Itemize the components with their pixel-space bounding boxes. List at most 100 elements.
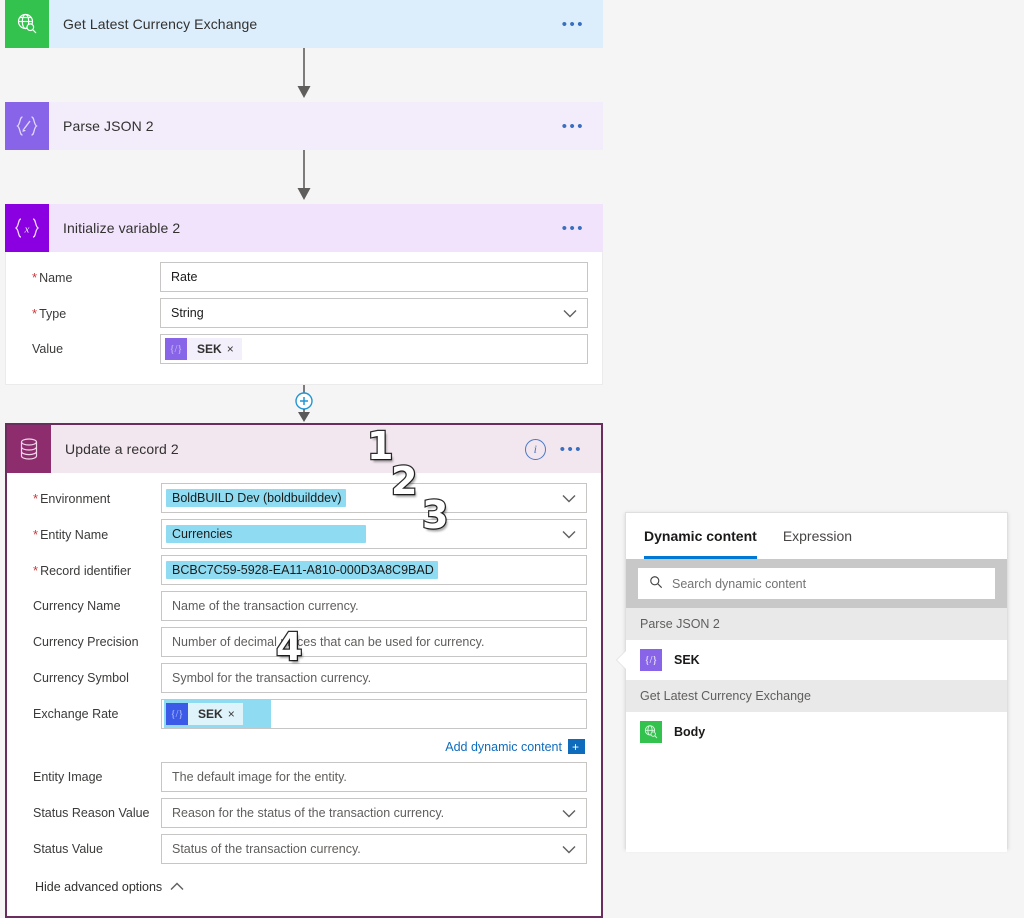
entity-image-input[interactable]: The default image for the entity. [161,762,587,792]
dynamic-token-sek[interactable]: {/} SEK × [165,338,242,360]
field-label: Exchange Rate [33,707,119,721]
form-row-currency-symbol: Currency Symbol Symbol for the transacti… [21,663,587,693]
form-row-type: * Type String [20,298,588,328]
name-input[interactable]: Rate [160,262,588,292]
field-label: * Type [32,305,67,321]
environment-select[interactable]: BoldBUILD Dev (boldbuilddev) [161,483,587,513]
card-header-actions: ••• [562,221,603,236]
card-header[interactable]: x Initialize variable 2 ••• [5,204,603,252]
form-row-currency-name: Currency Name Name of the transaction cu… [21,591,587,621]
flow-card-initialize-variable-2[interactable]: x Initialize variable 2 ••• * Name Rate *… [5,204,603,385]
connector-arrow [5,48,603,102]
name-input-value: Rate [171,270,198,284]
card-menu-button[interactable]: ••• [562,119,585,134]
type-select[interactable]: String [160,298,588,328]
dynamic-item-label: Body [674,725,706,739]
card-title: Update a record 2 [65,441,179,457]
expression-token-icon: {/} [165,338,187,360]
form-row-name: * Name Rate [20,262,588,292]
currency-precision-input[interactable]: Number of decimal places that can be use… [161,627,587,657]
form-row-environment: * Environment BoldBUILD Dev (boldbuilddev… [21,483,587,513]
currency-precision-placeholder: Number of decimal places that can be use… [172,635,485,649]
card-title: Get Latest Currency Exchange [63,16,258,32]
form-row-exchange-rate: Exchange Rate {/} SEK × [21,699,587,729]
required-asterisk: * [33,490,39,506]
field-label: Currency Symbol [33,671,129,685]
hide-advanced-options-button[interactable]: Hide advanced options [21,870,587,902]
required-asterisk: * [33,526,39,542]
form-row-record-identifier: * Record identifier BCBC7C59-5928-EA11-A8… [21,555,587,585]
card-header[interactable]: Get Latest Currency Exchange ••• [5,0,603,48]
token-label: SEK [197,342,222,356]
form-row-entity-name: * Entity Name Currencies [21,519,587,549]
value-input[interactable]: {/} SEK × [160,334,588,364]
status-reason-value-select[interactable]: Reason for the status of the transaction… [161,798,587,828]
entity-name-select[interactable]: Currencies [161,519,587,549]
search-dynamic-content-input[interactable]: Search dynamic content [638,568,995,599]
flow-card-update-a-record-2[interactable]: Update a record 2 i ••• [5,423,603,473]
field-label: * Environment [33,490,111,506]
exchange-rate-input[interactable]: {/} SEK × [161,699,587,729]
flow-card-parse-json-2[interactable]: Parse JSON 2 ••• [5,102,603,150]
field-label: Value [32,342,64,356]
dynamic-panel-empty-area [626,752,1007,852]
status-reason-value-placeholder: Reason for the status of the transaction… [172,806,445,820]
annotation-1: 1 [366,424,395,468]
info-icon[interactable]: i [524,438,546,460]
status-value-placeholder: Status of the transaction currency. [172,842,361,856]
currency-name-input[interactable]: Name of the transaction currency. [161,591,587,621]
field-label: Currency Name [33,599,121,613]
card-menu-button[interactable]: ••• [562,17,585,32]
form-row-entity-image: Entity Image The default image for the e… [21,762,587,792]
card-header[interactable]: Parse JSON 2 ••• [5,102,603,150]
field-label: * Record identifier [33,562,132,578]
form-row-status-reason-value: Status Reason Value Reason for the statu… [21,798,587,828]
tab-dynamic-content[interactable]: Dynamic content [644,513,757,559]
token-label: SEK [198,707,223,721]
expression-token-icon: {/} [640,649,662,671]
record-identifier-value: BCBC7C59-5928-EA11-A810-000D3A8C9BAD [166,561,438,579]
exchange-rate-selection-highlight: {/} SEK × [164,700,271,728]
field-label: Status Value [33,842,103,856]
connector-insert-step[interactable] [5,385,603,423]
dynamic-search-area: Search dynamic content [626,559,1007,608]
add-dynamic-content-row: Add dynamic content + [21,735,587,762]
dynamic-group-header-parse-json-2: Parse JSON 2 [626,608,1007,640]
currency-symbol-input[interactable]: Symbol for the transaction currency. [161,663,587,693]
panel-pointer-tail [617,651,626,669]
tab-expression[interactable]: Expression [783,513,852,559]
add-dynamic-content-plus-icon[interactable]: + [568,739,585,754]
remove-token-icon[interactable]: × [228,707,243,721]
add-dynamic-content-link[interactable]: Add dynamic content [445,740,562,754]
field-label: Entity Image [33,770,103,784]
card-header[interactable]: Update a record 2 i ••• [7,425,601,473]
parse-json-icon [5,102,49,150]
record-identifier-input[interactable]: BCBC7C59-5928-EA11-A810-000D3A8C9BAD [161,555,587,585]
flow-card-get-latest-currency-exchange[interactable]: Get Latest Currency Exchange ••• [5,0,603,48]
initialize-variable-body: * Name Rate * Type String Value {/} SEK … [5,252,603,385]
field-label: Status Reason Value [33,806,150,820]
dynamic-item-sek[interactable]: {/} SEK [626,640,1007,680]
dynamic-token-sek[interactable]: {/} SEK × [166,703,243,725]
globe-search-icon [5,0,49,48]
card-menu-button[interactable]: ••• [562,221,585,236]
annotation-2: 2 [390,459,419,503]
field-label: Currency Precision [33,635,139,649]
card-menu-button[interactable]: ••• [560,442,583,457]
update-record-body: * Environment BoldBUILD Dev (boldbuilddev… [5,473,603,918]
form-row-currency-precision: Currency Precision Number of decimal pla… [21,627,587,657]
chevron-down-icon [562,806,576,821]
dynamic-content-panel: Dynamic content Expression Search dynami… [617,512,1008,852]
required-asterisk: * [32,305,38,321]
dynamic-panel-tabs: Dynamic content Expression [626,513,1007,559]
card-header-actions: ••• [562,119,603,134]
variable-icon: x [5,204,49,252]
svg-text:x: x [24,224,30,236]
field-label: * Name [32,269,73,285]
flow-designer-column: Get Latest Currency Exchange ••• Parse J… [5,0,603,918]
status-value-select[interactable]: Status of the transaction currency. [161,834,587,864]
remove-token-icon[interactable]: × [227,342,242,356]
entity-name-select-value: Currencies [166,525,366,543]
dynamic-item-body[interactable]: Body [626,712,1007,752]
chevron-down-icon [562,527,576,542]
